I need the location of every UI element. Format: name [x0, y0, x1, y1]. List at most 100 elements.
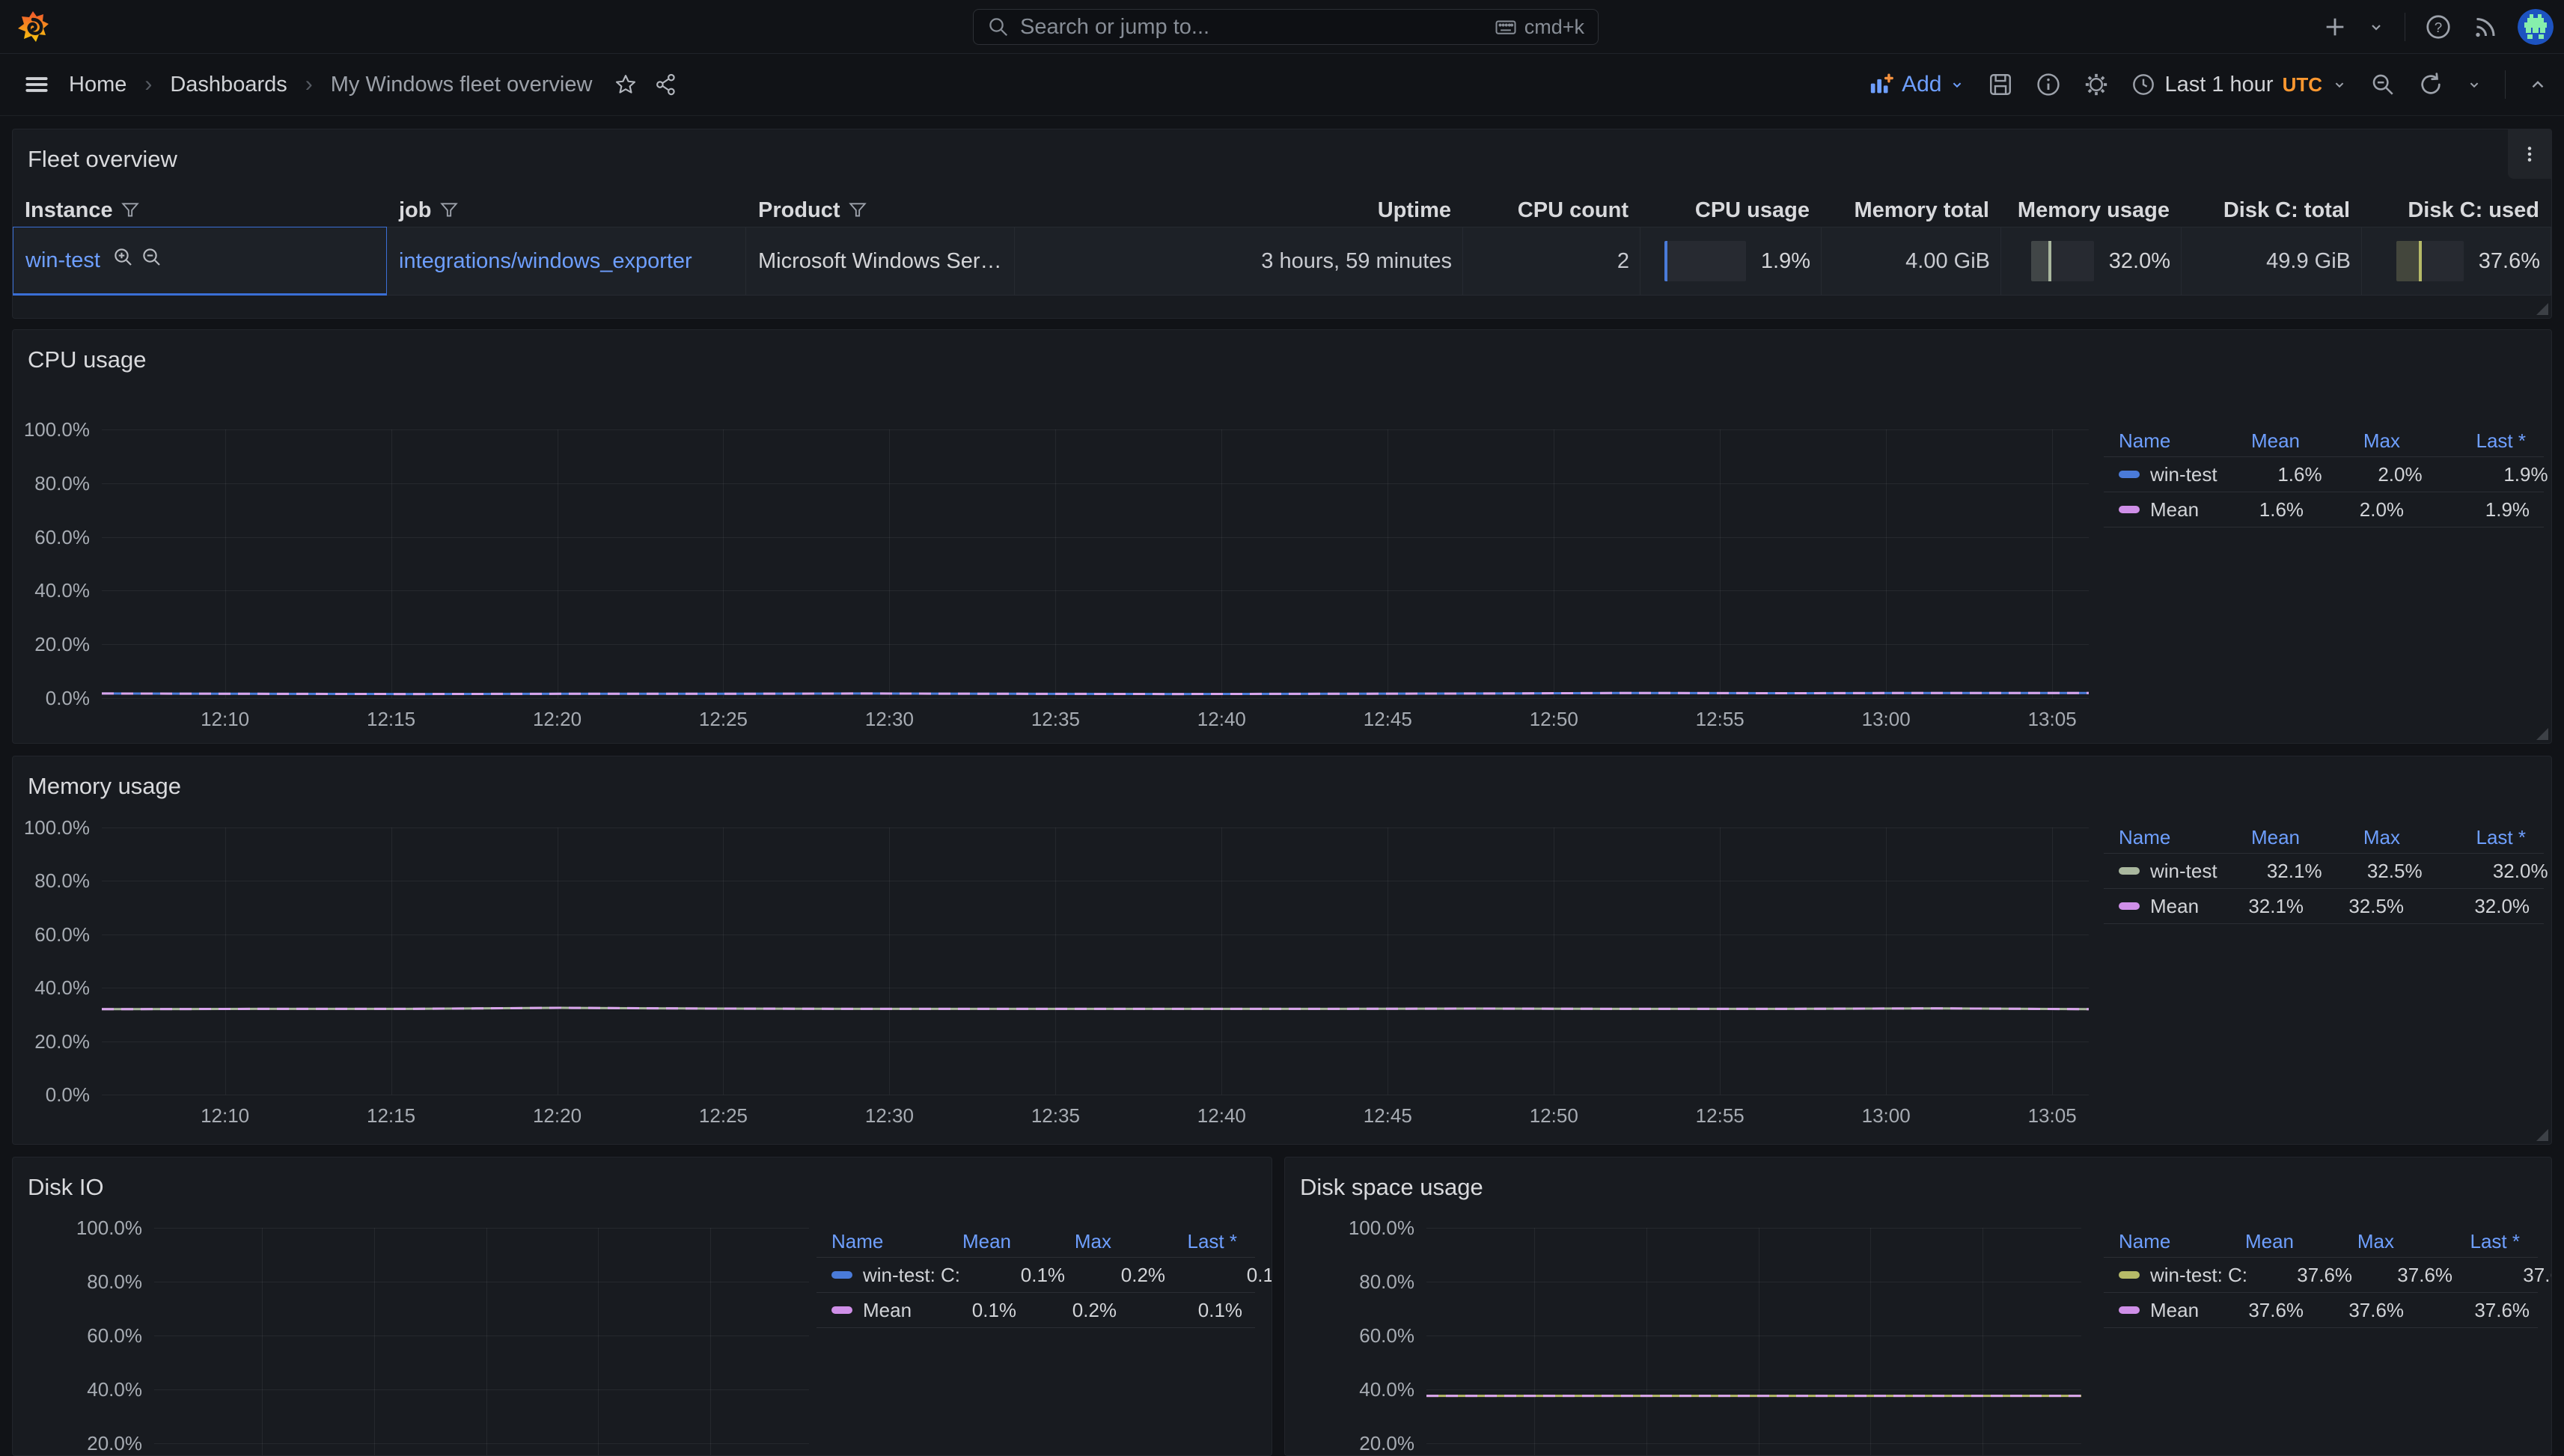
panel-title[interactable]: Disk space usage — [1300, 1174, 1483, 1201]
legend-header-max[interactable]: Max — [2300, 429, 2400, 453]
column-header-uptime[interactable]: Uptime — [1015, 198, 1463, 223]
filter-icon[interactable] — [120, 201, 140, 220]
filter-icon[interactable] — [848, 201, 867, 220]
legend-header-name[interactable]: Name — [2119, 1230, 2189, 1253]
job-link[interactable]: integrations/windows_exporter — [399, 249, 692, 274]
panel-title[interactable]: CPU usage — [28, 346, 147, 373]
x-axis-label: 12:10 — [173, 1104, 278, 1128]
dashboard-settings-button[interactable] — [2084, 72, 2109, 97]
legend-header-max[interactable]: Max — [1011, 1230, 1111, 1253]
legend-series-toggle[interactable]: win-test — [2119, 860, 2217, 883]
column-header-disk-used[interactable]: Disk C: used — [2362, 198, 2551, 223]
instance-link[interactable]: win-test — [25, 248, 100, 273]
y-axis-label: 60.0% — [1325, 1324, 1414, 1348]
legend-header-mean[interactable]: Mean — [2195, 429, 2300, 453]
legend-header-last[interactable]: Last * — [1111, 1230, 1237, 1253]
data-link-zoom-out-icon[interactable] — [141, 246, 163, 275]
chart-area[interactable] — [102, 828, 2089, 1101]
column-header-job[interactable]: job — [387, 198, 746, 223]
panel-title[interactable]: Memory usage — [28, 773, 181, 800]
search-input[interactable]: Search or jump to... cmd+k — [973, 9, 1599, 45]
legend-header-mean[interactable]: Mean — [2189, 1230, 2294, 1253]
avatar[interactable] — [2518, 9, 2554, 45]
cell-cpu-usage: 1.9% — [1640, 227, 1822, 296]
legend-header-max[interactable]: Max — [2294, 1230, 2394, 1253]
legend-header-mean[interactable]: Mean — [906, 1230, 1011, 1253]
chart-area[interactable] — [102, 429, 2089, 704]
legend-header-name[interactable]: Name — [2119, 826, 2195, 849]
legend-header-last[interactable]: Last * — [2394, 1230, 2520, 1253]
legend-header-last[interactable]: Last * — [2400, 429, 2526, 453]
legend-series-name: Mean — [863, 1299, 912, 1322]
collapse-toolbar-button[interactable] — [2528, 75, 2548, 94]
legend-header-name[interactable]: Name — [2119, 429, 2195, 453]
add-button[interactable]: Add — [1869, 72, 1965, 97]
column-header-disk-total[interactable]: Disk C: total — [2182, 198, 2362, 223]
legend-series-toggle[interactable]: Mean — [2119, 895, 2199, 918]
x-axis-label: 12:15 — [339, 708, 444, 731]
refresh-interval-caret[interactable] — [2466, 76, 2482, 93]
legend-series-toggle[interactable]: Mean — [831, 1299, 912, 1322]
panel-title[interactable]: Fleet overview — [28, 146, 177, 173]
legend-series-toggle[interactable]: win-test: C: — [831, 1264, 960, 1287]
legend-series-toggle[interactable]: win-test: C: — [2119, 1264, 2247, 1287]
column-header-cpu-usage[interactable]: CPU usage — [1640, 198, 1822, 223]
legend-header: NameMeanMaxLast * — [2104, 426, 2544, 457]
panel-resize-handle[interactable] — [2536, 303, 2548, 315]
keyboard-icon — [1495, 16, 1517, 38]
legend-last-value: 32.0% — [2423, 860, 2548, 883]
column-header-memory-total[interactable]: Memory total — [1822, 198, 2001, 223]
help-button[interactable]: ? — [2425, 13, 2452, 40]
legend-max-value: 37.6% — [2304, 1299, 2404, 1322]
panel-title[interactable]: Disk IO — [28, 1174, 104, 1201]
grafana-logo[interactable] — [16, 10, 49, 43]
panel-resize-handle[interactable] — [2536, 728, 2548, 740]
panel-menu-button[interactable] — [2508, 129, 2551, 179]
new-menu-caret[interactable] — [2367, 18, 2385, 36]
panel-resize-handle[interactable] — [2536, 1129, 2548, 1141]
legend-mean-value: 32.1% — [2199, 895, 2304, 918]
data-link-zoom-in-icon[interactable] — [112, 246, 135, 275]
column-header-cpu-count[interactable]: CPU count — [1463, 198, 1640, 223]
legend-series-toggle[interactable]: Mean — [2119, 498, 2199, 521]
filter-icon[interactable] — [439, 201, 459, 220]
panel-fleet-overview: Fleet overview Instance job Product — [12, 129, 2552, 319]
cell-job: integrations/windows_exporter — [387, 227, 746, 296]
refresh-button[interactable] — [2418, 72, 2444, 97]
share-button[interactable] — [655, 73, 677, 96]
legend-swatch — [831, 1306, 852, 1314]
chart-area[interactable] — [1426, 1228, 2081, 1456]
x-axis-label: 12:15 — [339, 1104, 444, 1128]
hamburger-icon — [22, 70, 51, 99]
legend-mean-value: 1.6% — [2199, 498, 2304, 521]
time-range-picker[interactable]: Last 1 hour UTC — [2131, 73, 2348, 97]
x-axis-label: 12:25 — [671, 1104, 775, 1128]
legend-header-max[interactable]: Max — [2300, 826, 2400, 849]
legend-header-name[interactable]: Name — [831, 1230, 906, 1253]
breadcrumb-current: My Windows fleet overview — [331, 73, 593, 97]
add-panel-icon — [1869, 72, 1894, 97]
mega-menu-button[interactable] — [22, 70, 51, 99]
legend-series-toggle[interactable]: Mean — [2119, 1299, 2199, 1322]
news-button[interactable] — [2471, 13, 2498, 40]
column-header-instance[interactable]: Instance — [13, 198, 387, 223]
legend-series-toggle[interactable]: win-test — [2119, 463, 2217, 486]
breadcrumb-dashboards[interactable]: Dashboards — [170, 73, 287, 97]
save-dashboard-button[interactable] — [1988, 72, 2013, 97]
breadcrumb-home[interactable]: Home — [69, 73, 126, 97]
legend-swatch — [2119, 902, 2140, 910]
dashboard-insights-button[interactable] — [2036, 72, 2061, 97]
column-header-memory-usage[interactable]: Memory usage — [2001, 198, 2182, 223]
chart-area[interactable] — [154, 1228, 809, 1456]
legend-header-mean[interactable]: Mean — [2195, 826, 2300, 849]
favorite-button[interactable] — [614, 73, 637, 96]
new-button[interactable] — [2322, 14, 2348, 40]
zoom-out-time-button[interactable] — [2370, 72, 2396, 97]
x-axis-label: 12:20 — [505, 708, 610, 731]
legend-header-last[interactable]: Last * — [2400, 826, 2526, 849]
legend-header: NameMeanMaxLast * — [816, 1226, 1255, 1258]
column-header-product[interactable]: Product — [746, 198, 1015, 223]
legend-row: Mean0.1%0.2%0.1% — [816, 1293, 1255, 1328]
legend-swatch — [2119, 867, 2140, 875]
panel-memory-usage: Memory usage 100.0%80.0%60.0%40.0%20.0%0… — [12, 756, 2552, 1145]
